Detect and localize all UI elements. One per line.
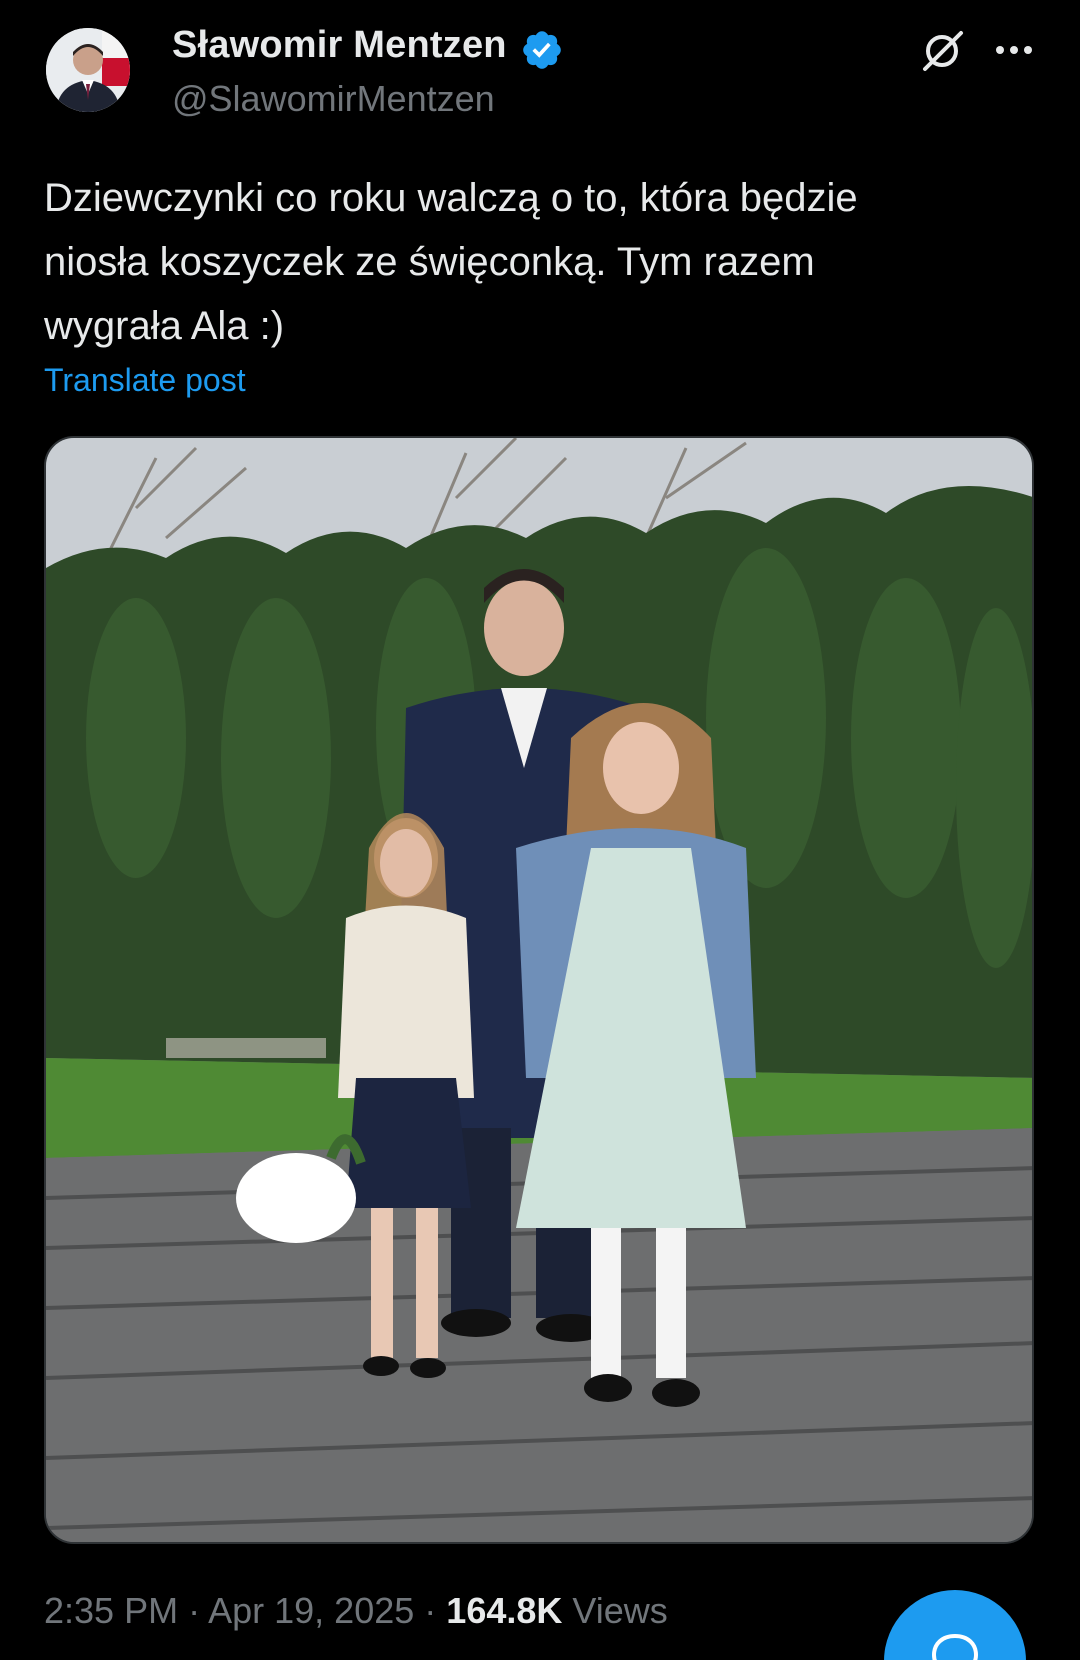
post-text-line: wygrała Ala :) <box>44 304 285 348</box>
post-photo[interactable] <box>44 436 1034 1544</box>
grok-icon[interactable] <box>918 26 968 76</box>
meta-separator: · <box>424 1590 437 1631</box>
more-options-icon[interactable] <box>992 30 1036 70</box>
meta-separator: · <box>188 1590 201 1631</box>
author-handle[interactable]: @SlawomirMentzen <box>172 78 495 120</box>
views-label: Views <box>572 1590 668 1631</box>
post-time[interactable]: 2:35 PM <box>44 1590 178 1631</box>
author-display-name[interactable]: Sławomir Mentzen <box>172 24 507 67</box>
post-text: Dziewczynki co roku walczą o to, która b… <box>44 166 1004 358</box>
views-count[interactable]: 164.8K <box>446 1590 562 1631</box>
post-meta: 2:35 PM · Apr 19, 2025 · 164.8K Views <box>44 1590 668 1632</box>
post-date[interactable]: Apr 19, 2025 <box>208 1590 414 1631</box>
post-text-line: Dziewczynki co roku walczą o to, która b… <box>44 176 858 220</box>
post-text-line: niosła koszyczek ze święconką. Tym razem <box>44 240 815 284</box>
avatar[interactable] <box>46 28 130 112</box>
compose-reply-icon <box>932 1634 978 1660</box>
compose-reply-button[interactable] <box>884 1590 1026 1660</box>
translate-post-link[interactable]: Translate post <box>44 362 246 399</box>
verified-badge-icon <box>523 31 561 69</box>
post-view: Sławomir Mentzen @SlawomirMentzen Dziewc… <box>0 0 1080 1660</box>
